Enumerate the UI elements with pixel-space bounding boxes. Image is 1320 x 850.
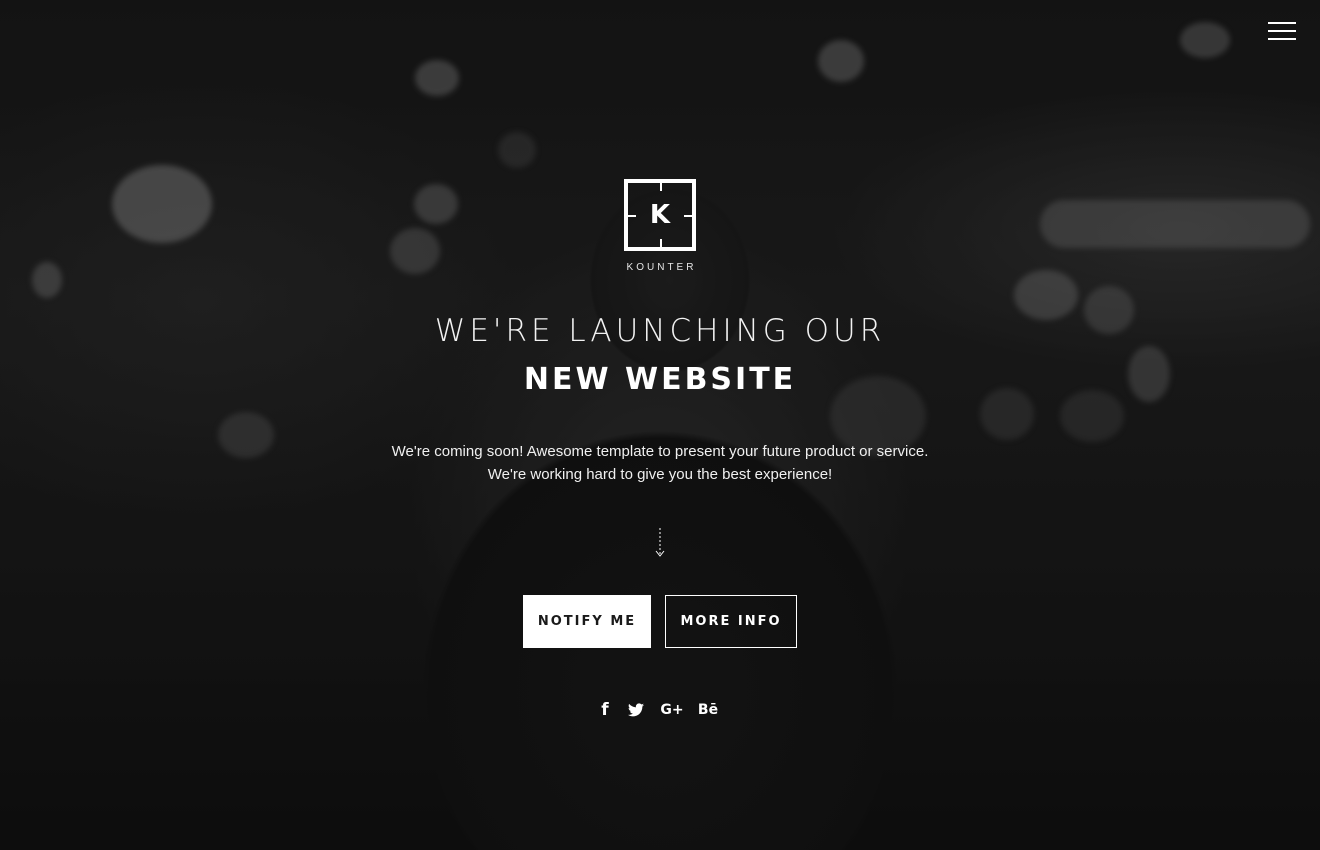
menu-line	[1268, 38, 1296, 40]
facebook-icon[interactable]: f	[598, 699, 612, 721]
description-line: We're coming soon! Awesome template to p…	[391, 443, 929, 460]
notify-me-button[interactable]: NOTIFY ME	[523, 595, 651, 648]
headline-secondary: NEW WEBSITE	[523, 362, 797, 397]
logo-frame-icon: K	[624, 179, 696, 251]
behance-icon[interactable]: Bē	[696, 699, 720, 721]
google-plus-icon[interactable]: G+	[660, 699, 684, 721]
twitter-icon[interactable]	[627, 699, 645, 721]
social-links: f G+ Bē	[590, 699, 730, 721]
menu-line	[1268, 30, 1296, 32]
brand-name: KOUNTER	[626, 262, 697, 273]
logo-tick	[660, 239, 662, 249]
hero-section: K KOUNTER WE'RE LAUNCHING OUR NEW WEBSIT…	[0, 0, 1320, 850]
page-description: We're coming soon! Awesome template to p…	[0, 440, 1320, 486]
description-line: We're working hard to give you the best …	[487, 466, 833, 483]
hamburger-menu-icon[interactable]	[1268, 22, 1298, 40]
logo-tick	[660, 181, 662, 191]
brand-logo[interactable]: K KOUNTER	[619, 179, 701, 273]
headline-primary: WE'RE LAUNCHING OUR	[434, 313, 886, 349]
more-info-button[interactable]: MORE INFO	[665, 595, 797, 648]
menu-line	[1268, 22, 1296, 24]
logo-letter: K	[649, 200, 671, 230]
background-overlay	[0, 0, 1320, 850]
scroll-down-arrow-icon[interactable]	[653, 528, 667, 558]
